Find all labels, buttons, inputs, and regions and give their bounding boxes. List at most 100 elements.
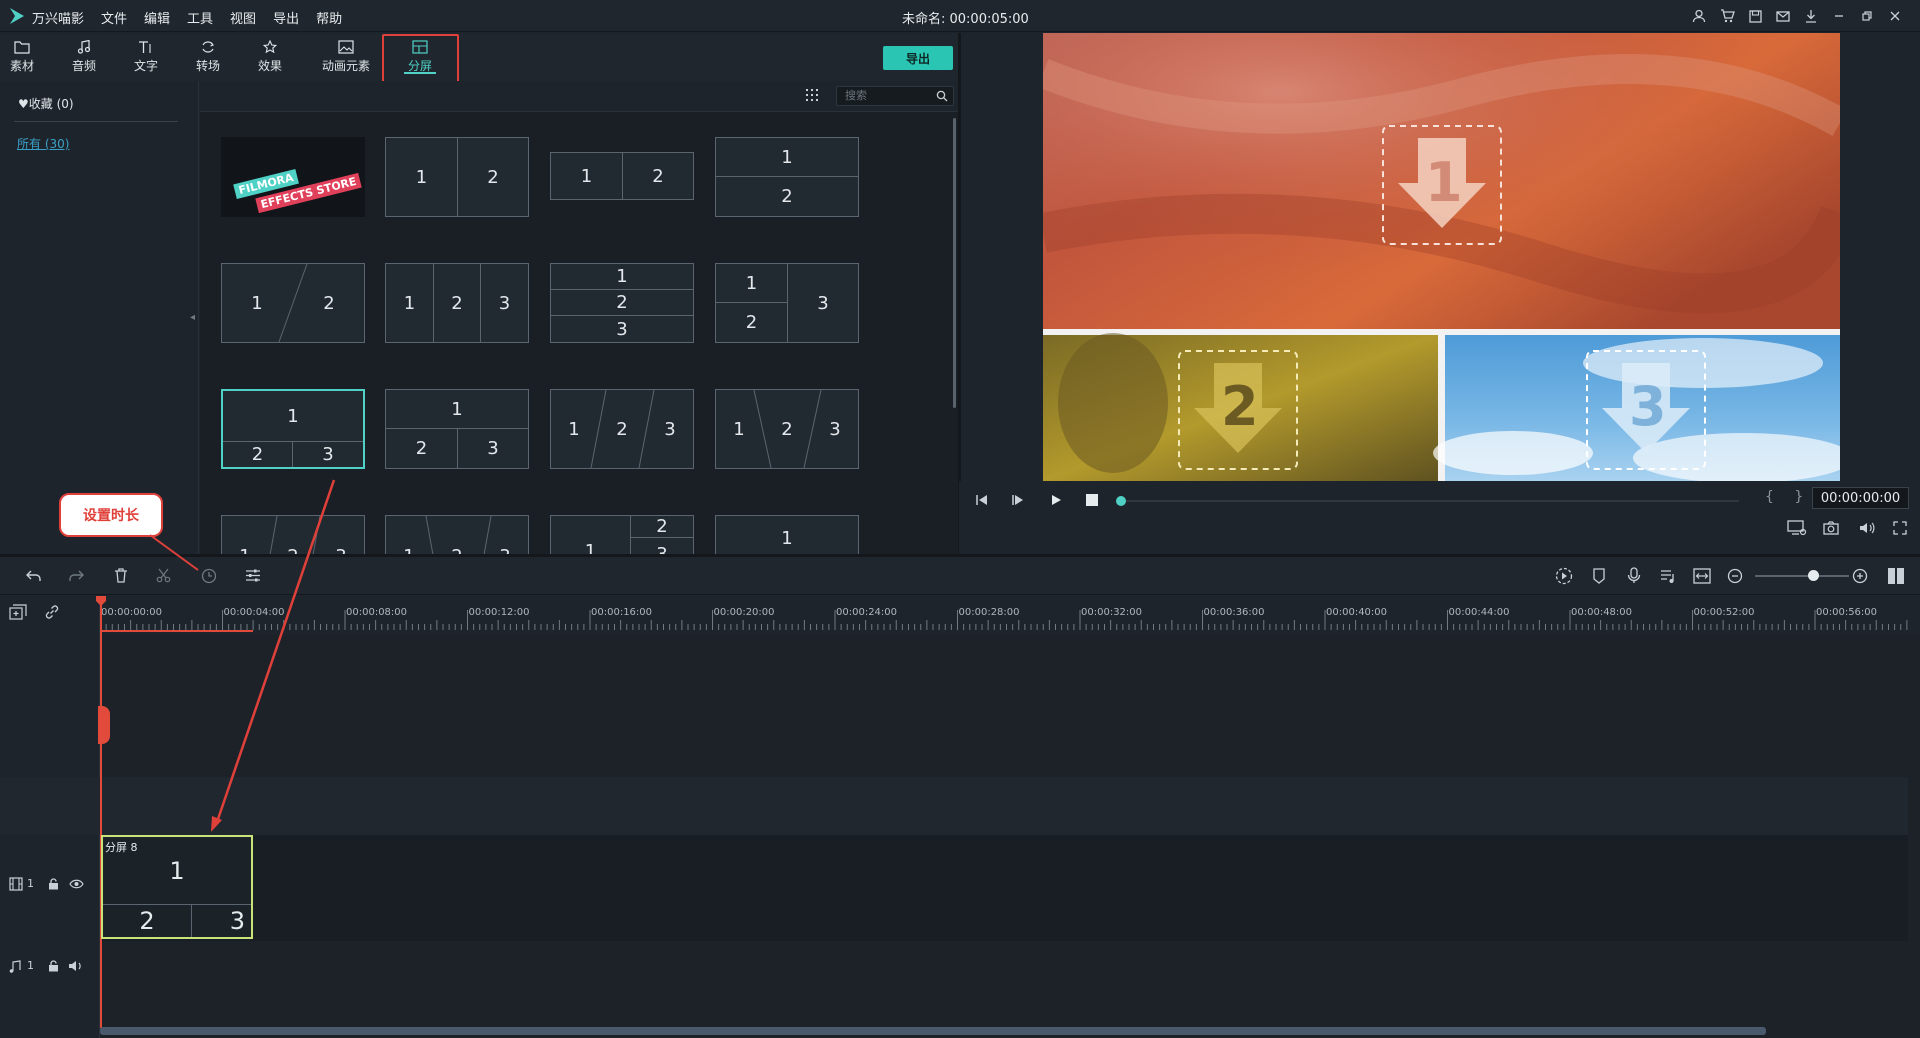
tab-label: 音频 (71, 59, 96, 73)
snapshot-icon[interactable] (1823, 521, 1839, 535)
tab-elements[interactable]: 动画元素 (314, 33, 378, 81)
audio-track-1[interactable] (100, 941, 1908, 998)
timeline-ruler[interactable]: 00:00:00:00 00:00:04:00 00:00:08:00 00:00:1… (100, 596, 1908, 634)
split-tile-3-top-wide-selected[interactable]: 1 2 3 (221, 389, 365, 469)
timeline-scrollbar[interactable] (100, 1027, 1766, 1035)
fullscreen-icon[interactable] (1893, 521, 1907, 535)
playhead-line[interactable] (100, 596, 102, 1028)
tab-audio[interactable]: 音频 (54, 33, 114, 81)
menu-help[interactable]: 帮助 (316, 8, 342, 27)
track-headers: 1 1 (0, 596, 100, 1038)
lock-icon[interactable] (48, 960, 59, 972)
play-slow-icon[interactable] (1011, 493, 1025, 507)
zoom-slider-track[interactable] (1755, 575, 1849, 577)
add-track-icon[interactable] (9, 604, 27, 620)
ruler-label: 00:00:32:00 (1081, 607, 1143, 618)
menu-view[interactable]: 视图 (230, 8, 256, 27)
tile-cell: 2 (781, 186, 793, 207)
adjust-icon[interactable] (245, 568, 261, 583)
clip-cell-1: 1 (103, 837, 251, 905)
preview-progress-handle[interactable] (1116, 496, 1126, 506)
tile-cell: 1 (386, 264, 434, 342)
split-tile-3-top-wide[interactable]: 1 2 3 (385, 389, 529, 469)
split-screen-clip[interactable]: 分屏 8 1 2 3 (101, 835, 253, 939)
prev-frame-icon[interactable] (975, 493, 989, 507)
microphone-icon[interactable] (1627, 567, 1641, 584)
link-icon[interactable] (44, 604, 60, 620)
eye-icon[interactable] (69, 879, 84, 889)
download-icon[interactable] (1802, 7, 1820, 25)
tab-effects[interactable]: 效果 (240, 33, 300, 81)
menu-edit[interactable]: 编辑 (144, 8, 170, 27)
playhead-marker[interactable] (98, 706, 110, 744)
preview-label-3: 3 (1629, 375, 1667, 438)
zoom-in-icon[interactable] (1852, 568, 1868, 584)
split-tile-2-diagonal[interactable]: 1 2 (221, 263, 365, 343)
split-tile-3-left-stack[interactable]: 1 2 3 (715, 263, 859, 343)
all-item[interactable]: 所有 (30) (17, 135, 69, 152)
export-button[interactable]: 导出 (883, 46, 953, 70)
lock-icon[interactable] (48, 878, 59, 890)
tab-media[interactable]: 素材 (0, 33, 52, 81)
title-bar-icons (1690, 7, 1904, 25)
search-icon[interactable] (936, 90, 948, 102)
preview-window: 1 2 3 (1043, 33, 1840, 481)
search-input[interactable]: 搜索 (836, 86, 954, 106)
user-icon[interactable] (1690, 7, 1708, 25)
stop-icon[interactable] (1086, 494, 1098, 506)
split-tile-3-horizontal[interactable]: 1 2 3 (550, 263, 694, 343)
favorites-item[interactable]: ♥收藏 (0) (18, 95, 74, 112)
delete-icon[interactable] (114, 568, 128, 583)
marker-icon[interactable] (1592, 568, 1606, 584)
fit-timeline-icon[interactable] (1693, 568, 1711, 584)
volume-icon[interactable] (1859, 521, 1875, 535)
mail-icon[interactable] (1774, 7, 1792, 25)
menu-file[interactable]: 文件 (101, 8, 127, 27)
clip-cell-3: 3 (229, 907, 245, 935)
grid-view-icon[interactable] (805, 88, 819, 102)
split-tile-row4-d[interactable]: 1 (715, 515, 859, 554)
split-tile-2-vertical[interactable]: 1 2 (385, 137, 529, 217)
panel-toggle-icon[interactable] (1887, 567, 1905, 585)
zoom-slider-handle[interactable] (1808, 570, 1819, 581)
collapse-arrow-icon[interactable]: ◂ (190, 312, 195, 323)
play-icon[interactable] (1049, 493, 1063, 507)
preview-progress-track[interactable] (1119, 500, 1739, 502)
effects-icon (262, 40, 278, 54)
minimize-icon[interactable] (1830, 7, 1848, 25)
tab-text[interactable]: 文字 (116, 33, 176, 81)
undo-icon[interactable] (26, 569, 42, 583)
render-preview-icon[interactable] (1555, 567, 1573, 585)
playhead-handle-icon[interactable] (96, 596, 106, 606)
close-icon[interactable] (1886, 7, 1904, 25)
split-tile-row4-c[interactable]: 1 2 3 (550, 515, 694, 565)
split-tile-row4-b[interactable]: 1 2 3 (385, 515, 529, 567)
panel-divider[interactable] (958, 33, 961, 554)
split-tile-row4-a[interactable]: 1 2 3 (221, 515, 365, 567)
duration-clock-icon[interactable] (201, 568, 217, 584)
zoom-out-icon[interactable] (1727, 568, 1743, 584)
split-tile-3-vertical[interactable]: 1 2 3 (385, 263, 529, 343)
menu-export[interactable]: 导出 (273, 8, 299, 27)
split-tile-3-slanted[interactable]: 1 2 3 (550, 389, 694, 469)
cart-icon[interactable] (1718, 7, 1736, 25)
speaker-icon[interactable] (68, 960, 84, 972)
split-tile-3-v-slanted[interactable]: 1 2 3 (715, 389, 859, 469)
tab-transition[interactable]: 转场 (178, 33, 238, 81)
grid-scrollbar[interactable] (953, 118, 956, 408)
tab-label: 文字 (133, 59, 158, 73)
ruler-label: 00:00:00:00 (101, 607, 163, 618)
restore-icon[interactable] (1858, 7, 1876, 25)
redo-icon[interactable] (68, 569, 84, 583)
split-tile-2-horizontal[interactable]: 1 2 (715, 137, 859, 217)
display-settings-icon[interactable] (1787, 520, 1807, 536)
tab-label: 转场 (195, 59, 220, 73)
cut-icon[interactable] (156, 568, 171, 583)
menu-tools[interactable]: 工具 (187, 8, 213, 27)
split-tile-2-wide[interactable]: 1 2 (550, 152, 694, 200)
mark-in-out[interactable]: { } (1765, 489, 1811, 505)
effects-store-tile[interactable]: FILMORA EFFECTS STORE (221, 137, 365, 217)
audio-mixer-icon[interactable] (1660, 568, 1676, 584)
video-track-1[interactable] (100, 835, 1908, 941)
save-icon[interactable] (1746, 7, 1764, 25)
